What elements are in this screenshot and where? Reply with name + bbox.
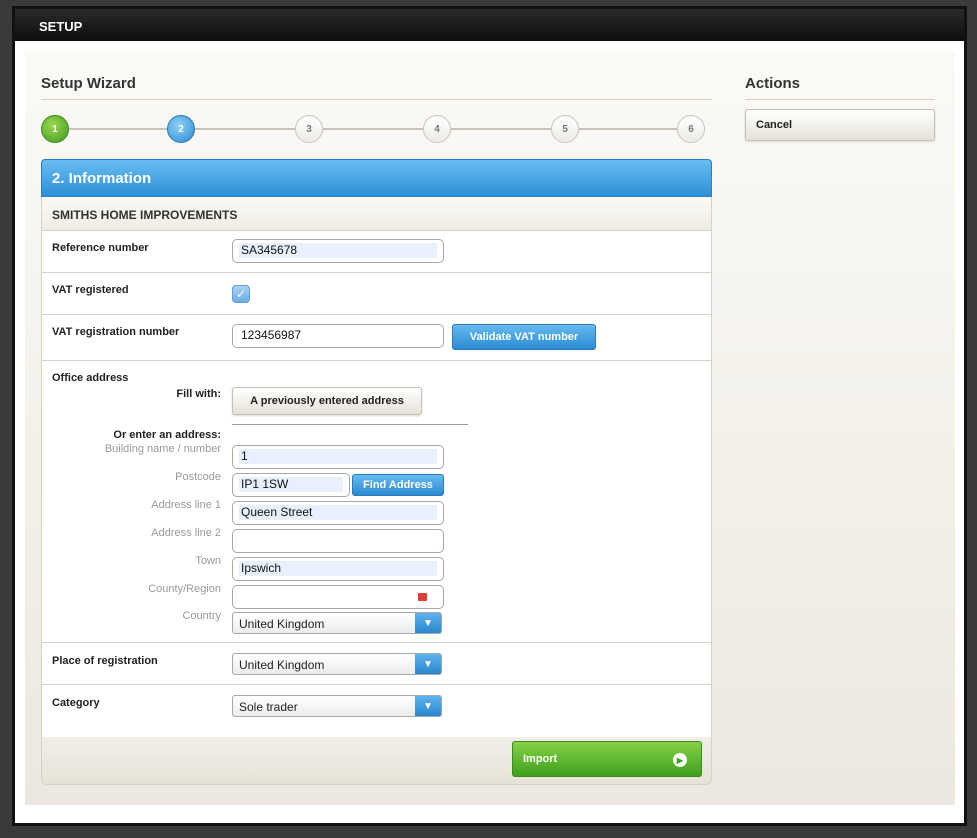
vat-registered-row: VAT registered ✓ xyxy=(42,273,711,315)
category-value: Sole trader xyxy=(239,700,298,714)
wizard-step-3[interactable]: 3 xyxy=(295,115,323,143)
validate-vat-button[interactable]: Validate VAT number xyxy=(452,324,596,350)
find-address-button[interactable]: Find Address xyxy=(352,474,444,496)
checkmark-icon: ✓ xyxy=(235,287,247,301)
previous-address-button[interactable]: A previously entered address xyxy=(232,387,422,415)
import-label: Import xyxy=(523,753,558,765)
postcode-label: Postcode xyxy=(175,471,221,483)
setup-window: SETUP Setup Wizard Actions Cancel 1 2 3 … xyxy=(12,6,967,826)
window-title: SETUP xyxy=(15,9,964,41)
wizard-title-divider xyxy=(41,99,712,100)
postcode-input[interactable]: IP1 1SW xyxy=(232,473,350,497)
address-line1-value: Queen Street xyxy=(239,505,437,520)
place-of-registration-select[interactable]: United Kingdom ▼ xyxy=(232,653,442,675)
autofill-icon[interactable] xyxy=(418,593,427,601)
actions-divider xyxy=(745,99,935,100)
wizard-panel: Setup Wizard Actions Cancel 1 2 3 4 5 6 … xyxy=(25,51,955,805)
address-line1-label: Address line 1 xyxy=(151,499,221,511)
postcode-value: IP1 1SW xyxy=(239,477,343,492)
vat-registered-checkbox[interactable]: ✓ xyxy=(232,285,250,303)
address-line2-label: Address line 2 xyxy=(151,527,221,539)
arrow-right-icon: ▶ xyxy=(673,753,687,767)
country-label: Country xyxy=(182,610,221,622)
county-input[interactable] xyxy=(232,585,444,609)
office-address-row: Office address Fill with: A previously e… xyxy=(42,361,711,643)
information-form: SMITHS HOME IMPROVEMENTS Reference numbe… xyxy=(41,197,712,737)
town-input[interactable]: Ipswich xyxy=(232,557,444,581)
town-label: Town xyxy=(195,555,221,567)
address-line1-input[interactable]: Queen Street xyxy=(232,501,444,525)
address-line2-value xyxy=(239,533,437,548)
wizard-step-4[interactable]: 4 xyxy=(423,115,451,143)
office-address-label: Office address xyxy=(52,372,129,384)
reference-value: SA345678 xyxy=(239,243,437,258)
address-separator xyxy=(232,424,468,425)
wizard-step-2[interactable]: 2 xyxy=(167,115,195,143)
company-name: SMITHS HOME IMPROVEMENTS xyxy=(42,197,711,231)
country-select[interactable]: United Kingdom ▼ xyxy=(232,612,442,634)
county-value xyxy=(239,589,437,604)
or-enter-address-label: Or enter an address: xyxy=(113,429,221,441)
building-value: 1 xyxy=(239,449,437,464)
reference-input[interactable]: SA345678 xyxy=(232,239,444,263)
chevron-down-icon: ▼ xyxy=(415,654,441,674)
wizard-step-6[interactable]: 6 xyxy=(677,115,705,143)
category-select[interactable]: Sole trader ▼ xyxy=(232,695,442,717)
chevron-down-icon: ▼ xyxy=(415,613,441,633)
category-row: Category Sole trader ▼ xyxy=(42,685,711,725)
vat-number-row: VAT registration number 123456987 Valida… xyxy=(42,315,711,361)
address-line2-input[interactable] xyxy=(232,529,444,553)
import-button[interactable]: Import ▶ xyxy=(512,741,702,777)
country-value: United Kingdom xyxy=(239,617,325,631)
vat-number-label: VAT registration number xyxy=(52,326,180,338)
wizard-step-5[interactable]: 5 xyxy=(551,115,579,143)
wizard-step-1[interactable]: 1 xyxy=(41,115,69,143)
cancel-button[interactable]: Cancel xyxy=(745,109,935,141)
steps-progress-line xyxy=(55,128,695,130)
actions-title: Actions xyxy=(745,75,801,92)
fill-with-label: Fill with: xyxy=(176,388,221,400)
place-of-registration-value: United Kingdom xyxy=(239,658,325,672)
place-of-registration-label: Place of registration xyxy=(52,655,158,667)
county-label: County/Region xyxy=(148,583,221,595)
building-input[interactable]: 1 xyxy=(232,445,444,469)
section-header: 2. Information xyxy=(41,159,712,197)
category-label: Category xyxy=(52,697,100,709)
wizard-title: Setup Wizard xyxy=(41,75,136,92)
place-of-registration-row: Place of registration United Kingdom ▼ xyxy=(42,643,711,685)
vat-number-value: 123456987 xyxy=(241,328,302,342)
building-label: Building name / number xyxy=(104,443,221,455)
form-footer: Import ▶ xyxy=(41,737,712,785)
reference-label: Reference number xyxy=(52,242,149,254)
reference-row: Reference number SA345678 xyxy=(42,231,711,273)
vat-registered-label: VAT registered xyxy=(52,284,129,296)
chevron-down-icon: ▼ xyxy=(415,696,441,716)
vat-number-input[interactable]: 123456987 xyxy=(232,324,444,348)
town-value: Ipswich xyxy=(239,561,437,576)
